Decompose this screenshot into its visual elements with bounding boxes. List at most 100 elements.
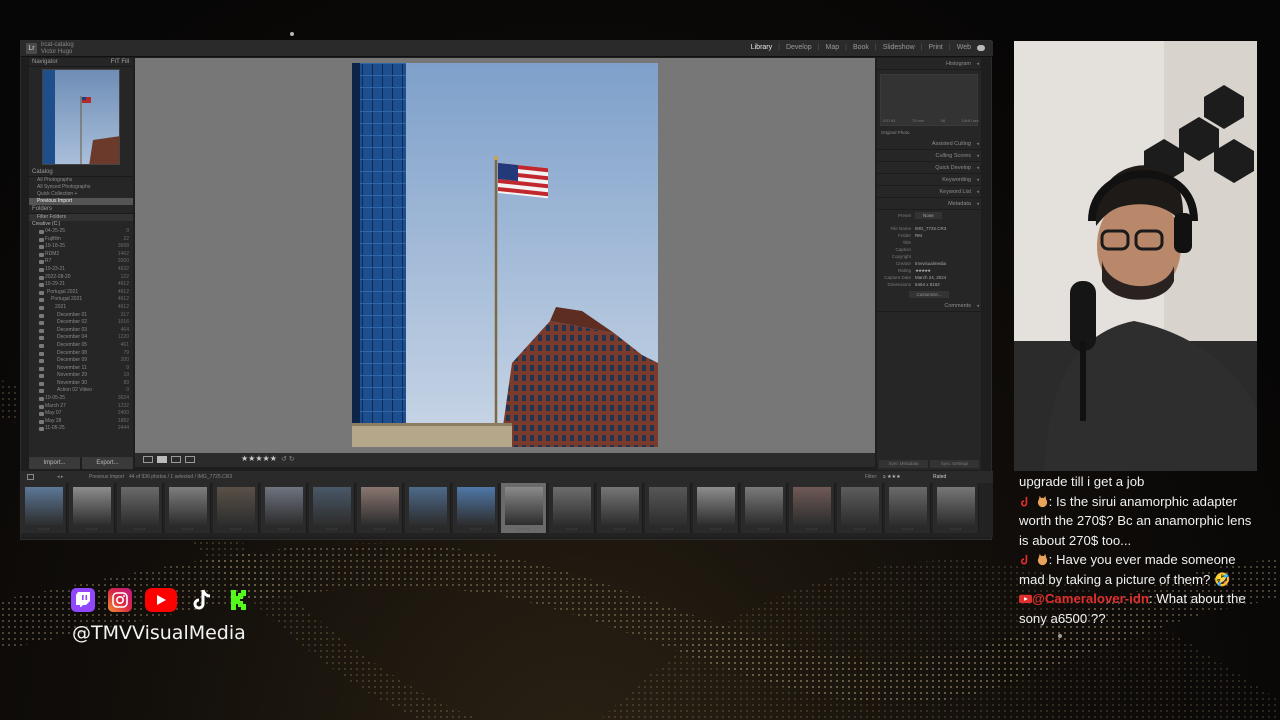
rotate-icon[interactable]: ↺ ↻ — [281, 455, 295, 463]
metadata-row[interactable]: Caption — [881, 246, 977, 253]
quick-develop-header[interactable]: Quick Develop — [877, 162, 981, 174]
comments-header[interactable]: Comments — [877, 300, 981, 312]
folder-row[interactable]: December 05 461 — [39, 342, 133, 350]
import-button[interactable]: Import... — [29, 457, 80, 469]
folder-row[interactable]: Portugal 2021 4612 — [39, 289, 133, 297]
filmstrip-thumbnail[interactable]: ••••• — [885, 483, 931, 533]
folder-row[interactable]: December 09 200 — [39, 357, 133, 365]
filmstrip-thumbnail[interactable]: ••••• — [453, 483, 499, 533]
folder-row[interactable]: December 01 317 — [39, 312, 133, 320]
filmstrip-thumbnail[interactable]: ••••• — [741, 483, 787, 533]
filmstrip-thumbnail[interactable]: ••••• — [693, 483, 739, 533]
filmstrip-thumbnail[interactable]: ••••• — [645, 483, 691, 533]
filmstrip-thumbnail[interactable]: ••••• — [21, 483, 67, 533]
grid-view-icon[interactable] — [143, 456, 153, 463]
folder-row[interactable]: 10-05-25 3624 — [39, 395, 133, 403]
filmstrip-thumbnail[interactable]: ••••• — [789, 483, 835, 533]
second-window-icon[interactable] — [27, 474, 34, 480]
filmstrip-thumbnail[interactable]: ••••• — [549, 483, 595, 533]
folder-row[interactable]: Action 02 Video 0 — [39, 387, 133, 395]
toolbar-rating[interactable]: ★★★★★ — [241, 454, 277, 463]
folder-row[interactable]: March 27 1232 — [39, 403, 133, 411]
filmstrip-thumbnail[interactable]: ••••• — [837, 483, 883, 533]
filmstrip-thumbnail[interactable]: ••••• — [309, 483, 355, 533]
catalog-item[interactable]: Quick Collection + — [29, 191, 133, 198]
folder-row[interactable]: November 30 89 — [39, 380, 133, 388]
catalog-item[interactable]: All Synced Photographs — [29, 184, 133, 191]
filmstrip-thumbnail[interactable]: ••••• — [357, 483, 403, 533]
catalog-item[interactable]: All Photographs — [29, 177, 133, 184]
cloud-sync-icon[interactable] — [977, 45, 985, 51]
folder-row[interactable]: Fujifilm 22 — [39, 236, 133, 244]
filter-stars[interactable]: ≥ ★★★ — [883, 471, 901, 483]
filmstrip-thumbnail[interactable]: ••••• — [933, 483, 979, 533]
export-button[interactable]: Export... — [82, 457, 133, 469]
metadata-row[interactable]: Folder RM — [881, 232, 977, 239]
metadata-row[interactable]: Copyright — [881, 253, 977, 260]
folder-row[interactable]: December 02 1016 — [39, 319, 133, 327]
module-library[interactable]: Library — [751, 44, 772, 51]
folder-row[interactable]: May 28 1882 — [39, 418, 133, 426]
module-book[interactable]: Book — [853, 44, 869, 51]
customize-button[interactable]: Customize... — [909, 291, 949, 298]
metadata-header[interactable]: Metadata — [877, 198, 981, 210]
filter-folders-input[interactable]: Filter Folders — [29, 214, 133, 221]
filmstrip-thumbnail[interactable]: ••••• — [501, 483, 547, 533]
compare-view-icon[interactable] — [171, 456, 181, 463]
metadata-row[interactable]: File Name IMG_7725.CR3 — [881, 225, 977, 232]
folder-row[interactable]: 04-25-25 9 — [39, 228, 133, 236]
folder-row[interactable]: 10-23-21 4632 — [39, 266, 133, 274]
metadata-row[interactable]: Dimensions 5464 x 8192 — [881, 281, 977, 288]
filter-value[interactable]: Rated — [933, 471, 946, 483]
folder-row[interactable]: November 11 9 — [39, 365, 133, 373]
keywording-header[interactable]: Keywording — [877, 174, 981, 186]
histogram-header[interactable]: Histogram — [877, 58, 981, 70]
module-print[interactable]: Print — [928, 44, 942, 51]
folder-row[interactable]: 2022-08-20 122 — [39, 274, 133, 282]
navigator-preview[interactable] — [42, 69, 120, 165]
assisted-culling-header[interactable]: Assisted Culling — [877, 138, 981, 150]
culling-scores-header[interactable]: Culling Scores — [877, 150, 981, 162]
folder-row[interactable]: 2021 4612 — [39, 304, 133, 312]
folder-row[interactable]: 10-18-25 3668 — [39, 243, 133, 251]
filmstrip-thumbnail[interactable]: ••••• — [69, 483, 115, 533]
module-web[interactable]: Web — [957, 44, 971, 51]
folder-row[interactable]: November 29 19 — [39, 372, 133, 380]
folder-row[interactable]: December 04 1220 — [39, 334, 133, 342]
folder-row[interactable]: R7 2000 — [39, 258, 133, 266]
metadata-row[interactable]: Creator tmvvisualmedia — [881, 260, 977, 267]
metadata-row[interactable]: Title — [881, 239, 977, 246]
loupe-view-icon[interactable] — [157, 456, 167, 463]
catalog-item-selected[interactable]: Previous Import — [29, 198, 133, 205]
filmstrip-thumbnail[interactable]: ••••• — [405, 483, 451, 533]
folder-row[interactable]: December 03 464 — [39, 327, 133, 335]
filmstrip-thumbnail[interactable]: ••••• — [213, 483, 259, 533]
keyword-list-header[interactable]: Keyword List — [877, 186, 981, 198]
preset-row[interactable]: Preset None — [881, 212, 977, 219]
metadata-row[interactable]: Capture Date March 24, 2024 — [881, 274, 977, 281]
folder-row[interactable]: RDM2 1462 — [39, 251, 133, 259]
survey-view-icon[interactable] — [185, 456, 195, 463]
folder-row[interactable]: December 08 79 — [39, 350, 133, 358]
module-map[interactable]: Map — [825, 44, 839, 51]
folder-row[interactable]: 10-29-21 4612 — [39, 281, 133, 289]
catalog-header[interactable]: Catalog — [29, 168, 133, 177]
sync-settings-button[interactable]: Sync Settings — [930, 460, 979, 468]
folder-row[interactable]: May 07 2400 — [39, 410, 133, 418]
filmstrip-thumbnail[interactable]: ••••• — [597, 483, 643, 533]
folder-row[interactable]: 11-05-25 2444 — [39, 425, 133, 433]
filmstrip-thumbnail[interactable]: ••••• — [261, 483, 307, 533]
main-photo[interactable] — [352, 63, 658, 447]
drive-row[interactable]: Creative (C:) — [29, 221, 133, 228]
filmstrip-thumbnail[interactable]: ••••• — [117, 483, 163, 533]
navigator-header[interactable]: Navigator FIT Fill — [29, 58, 133, 67]
folders-header[interactable]: Folders — [29, 205, 133, 214]
sync-metadata-button[interactable]: Sync Metadata — [879, 460, 928, 468]
module-slideshow[interactable]: Slideshow — [883, 44, 915, 51]
nav-arrows-icon[interactable]: ◂ ▸ — [57, 471, 63, 483]
module-develop[interactable]: Develop — [786, 44, 812, 51]
metadata-row[interactable]: Rating ★★★★★ — [881, 267, 977, 274]
folder-row[interactable]: Portugal 2021 4612 — [39, 296, 133, 304]
filmstrip-thumbnail[interactable]: ••••• — [165, 483, 211, 533]
filmstrip-source[interactable]: Previous Import — [89, 471, 124, 483]
